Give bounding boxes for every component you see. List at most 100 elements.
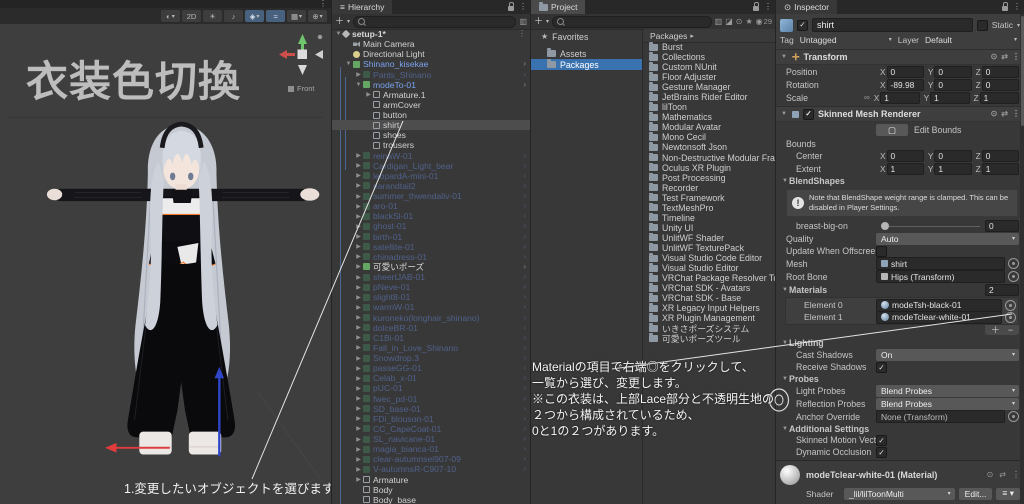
package-item-visual-studio-editor[interactable]: Visual Studio Editor — [644, 263, 775, 273]
static-checkbox[interactable] — [976, 19, 988, 31]
panel-menu-icon[interactable]: ⋮ — [519, 3, 527, 11]
prefab-chevron-icon[interactable]: › — [523, 465, 526, 473]
hierarchy-item-dolcebr-01[interactable]: ▶ dolceBR-01 › — [332, 323, 530, 333]
package-item-xr-plugin-management[interactable]: XR Plugin Management — [644, 313, 775, 323]
material-element-0-field[interactable]: modeTsh-black-01 — [876, 298, 1002, 312]
search-by-type-icon[interactable]: ▥ — [715, 17, 723, 26]
package-item-item[interactable]: 可愛いポーズツール — [644, 333, 775, 343]
grid-visibility-button[interactable]: ▦ ▾ — [287, 10, 306, 22]
prefab-chevron-icon[interactable]: › — [523, 414, 526, 423]
foldout-icon[interactable]: ▶ — [354, 415, 363, 422]
anchor-picker-icon[interactable] — [1008, 411, 1019, 423]
rotation-y-field[interactable]: 0 — [934, 78, 972, 91]
materials-count-field[interactable]: 2 — [985, 283, 1019, 296]
center-y-field[interactable]: 0 — [934, 149, 972, 162]
package-item-unlitwf-shader[interactable]: UnlitWF Shader — [644, 232, 775, 243]
prefab-chevron-icon[interactable]: › — [523, 384, 526, 392]
prefab-chevron-icon[interactable]: › — [523, 424, 526, 433]
hierarchy-item-fall-in-love-shinano[interactable]: ▶ Fall_in_Love_Shinano › — [332, 343, 530, 353]
package-item-item[interactable]: いきさポーズシステム — [644, 323, 775, 333]
save-search-icon[interactable]: ⊙ — [736, 17, 743, 26]
foldout-icon[interactable]: ▶ — [354, 253, 363, 260]
hierarchy-item-magia-bianca-01[interactable]: ▶ magia_bianca-01 › — [332, 444, 530, 454]
light-probes-dropdown[interactable]: Blend Probes — [876, 384, 1019, 397]
favorites-star-icon[interactable]: ★ — [746, 17, 753, 26]
foldout-icon[interactable]: ▶ — [354, 355, 363, 362]
mesh-picker-icon[interactable] — [1008, 258, 1019, 270]
prefab-chevron-icon[interactable]: › — [523, 242, 526, 251]
center-z-field[interactable]: 0 — [981, 149, 1020, 162]
prefab-chevron-icon[interactable]: › — [523, 181, 526, 190]
foldout-icon[interactable]: ▶ — [354, 375, 363, 382]
hierarchy-item-armature-1[interactable]: ▶ Armature.1 — [332, 90, 530, 100]
scale-link-icon[interactable]: ∞ — [864, 93, 870, 102]
hierarchy-item-body-base[interactable]: Body_base — [332, 495, 530, 504]
active-checkbox[interactable] — [797, 19, 808, 31]
prefab-chevron-icon[interactable]: › — [523, 404, 526, 413]
hierarchy-item-reinaw-01[interactable]: ▶ reinaW-01 › — [332, 151, 530, 161]
prefab-chevron-icon[interactable]: › — [523, 60, 526, 68]
foldout-icon[interactable]: ▶ — [354, 466, 363, 473]
foldout-icon[interactable]: ▶ — [354, 395, 363, 402]
gizmos-button[interactable]: ⊕ ▾ — [308, 10, 327, 22]
skinned-motion-checkbox[interactable] — [876, 434, 887, 446]
character-model[interactable] — [0, 24, 331, 504]
prefab-chevron-icon[interactable]: › — [523, 151, 526, 160]
hierarchy-item-pants-shinano[interactable]: ▶ Pants_Shinano › — [332, 70, 530, 80]
foldout-icon[interactable]: ▶ — [354, 385, 363, 392]
help-icon[interactable]: ⊙ — [991, 53, 998, 61]
prefab-chevron-icon[interactable]: › — [523, 80, 526, 89]
presets-icon[interactable]: ⇄ — [1001, 53, 1008, 61]
edit-bounds-button[interactable]: ▢ — [876, 124, 908, 136]
materials-foldout[interactable]: ▼ Materials 2 — [776, 283, 1024, 296]
2d-toggle-button[interactable]: 2D — [182, 10, 201, 22]
prefab-chevron-icon[interactable]: › — [523, 293, 526, 301]
packages-root-item[interactable]: Packages — [531, 59, 642, 70]
prefab-chevron-icon[interactable]: › — [523, 445, 526, 453]
hierarchy-item-sheertjab-01[interactable]: ▶ sheertJAB-01 › — [332, 272, 530, 282]
material-element-0-row[interactable]: Element 0 modeTsh-black-01 — [788, 298, 1016, 312]
cast-shadows-dropdown[interactable]: On — [876, 348, 1019, 361]
rotation-x-field[interactable]: -89.98 — [886, 78, 924, 91]
extent-z-field[interactable]: 1 — [981, 162, 1020, 175]
hierarchy-item-shirt[interactable]: shirt — [332, 120, 530, 131]
foldout-icon[interactable]: ▶ — [354, 436, 363, 443]
shader-edit-button[interactable]: Edit... — [958, 487, 993, 500]
prefab-chevron-icon[interactable]: › — [523, 161, 526, 170]
package-item-liltoon[interactable]: lilToon — [644, 102, 775, 112]
hierarchy-item-satellite-01[interactable]: ▶ satellite-01 › — [332, 242, 530, 252]
probes-foldout[interactable]: ▼ Probes — [776, 373, 1024, 384]
foldout-icon[interactable]: ▶ — [354, 284, 363, 291]
favorites-item[interactable]: ★ Favorites — [531, 31, 642, 42]
hierarchy-item-celab-x-01[interactable]: ▶ Celab_x-01 › — [332, 373, 530, 383]
additional-settings-foldout[interactable]: ▼ Additional Settings — [776, 423, 1024, 434]
foldout-icon[interactable]: ▶ — [354, 193, 363, 200]
foldout-icon[interactable]: ▶ — [354, 162, 363, 169]
package-item-vrchat-sdk-base[interactable]: VRChat SDK - Base — [644, 293, 775, 303]
scene-audio-button[interactable]: ♪ — [224, 10, 243, 22]
scale-y-field[interactable]: 1 — [930, 91, 970, 104]
package-item-non-destructive-modular-framew[interactable]: Non-Destructive Modular Framew — [644, 152, 775, 163]
hierarchy-item-trousers[interactable]: trousers — [332, 140, 530, 150]
search-by-label-icon[interactable]: ◪ — [725, 17, 733, 26]
hierarchy-item-warmw-01[interactable]: ▶ warmW-01 › — [332, 302, 530, 312]
prefab-chevron-icon[interactable]: › — [523, 262, 526, 271]
fog-button[interactable]: ≈ — [266, 10, 285, 22]
foldout-icon[interactable]: ▼ — [344, 61, 353, 67]
create-button[interactable]: ＋ — [335, 17, 344, 26]
anchor-override-field[interactable]: None (Transform) — [876, 410, 1005, 424]
foldout-icon[interactable]: ▶ — [354, 476, 363, 483]
foldout-icon[interactable]: ▶ — [354, 324, 363, 331]
prefab-chevron-icon[interactable]: › — [523, 212, 526, 220]
prefab-chevron-icon[interactable]: › — [523, 354, 526, 362]
foldout-icon[interactable]: ▶ — [354, 304, 363, 311]
foldout-icon[interactable]: ▶ — [354, 446, 363, 453]
lock-icon[interactable] — [1002, 2, 1008, 11]
hierarchy-item-aro-01[interactable]: ▶ aro-01 › — [332, 201, 530, 211]
hierarchy-scene-row[interactable]: ▼ setup-1* ⋮ — [332, 29, 530, 39]
hierarchy-item-main-camera[interactable]: Main Camera — [332, 39, 530, 49]
hierarchy-item-clear-autumnsei907-09[interactable]: ▶ clear-autumnsei907-09 › — [332, 454, 530, 464]
foldout-icon[interactable]: ▶ — [354, 274, 363, 281]
prefab-chevron-icon[interactable]: › — [523, 192, 526, 200]
layer-dropdown[interactable]: Default ▾ — [922, 35, 1020, 45]
